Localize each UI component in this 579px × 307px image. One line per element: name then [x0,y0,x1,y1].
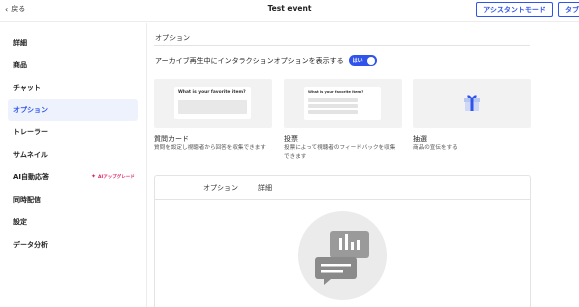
poll-bar-2 [308,104,358,108]
back-button[interactable]: ‹ 戻る [5,4,25,14]
lottery-desc-line1: 商品の宣伝をする [413,145,458,151]
panel-tab-bar: オプション 詳細 [155,176,530,200]
sidebar-item-label: データ分析 [13,241,48,249]
ai-upgrade-badge: ✦ AIアップグレード [91,173,135,180]
poll-preview: What is your favorite item? [304,87,381,120]
toggle-value: はい [352,57,363,64]
question-card-option[interactable]: What is your favorite item? [154,79,272,128]
sidebar-item-chat[interactable]: チャット [8,77,138,99]
tab-details[interactable]: 詳細 [258,183,272,193]
divider [154,45,530,46]
sidebar: 詳細 商品 チャット オプション トレーラー サムネイル AI自動応答 ✦ AI… [0,23,147,307]
section-title: オプション [155,34,190,42]
empty-state-illustration [298,211,387,300]
poll-title: 投票 [284,135,298,143]
sidebar-item-options[interactable]: オプション [8,99,138,121]
tab-button[interactable]: タブ [558,2,579,17]
sidebar-item-thumbnail[interactable]: サムネイル [8,144,138,166]
poll-desc-line1: 投票によって視聴者のフィードバックを収集 [284,145,396,151]
ai-upgrade-label: AIアップグレード [98,174,135,180]
sidebar-item-label: AI自動応答 [13,173,50,181]
sidebar-item-settings[interactable]: 設定 [8,211,138,233]
question-card-desc-line1: 質問を設定し視聴者から回答を収集できます [154,145,266,151]
sidebar-item-label: チャット [13,84,41,92]
preview-question: What is your favorite item? [178,90,246,95]
sidebar-item-label: オプション [13,106,48,114]
sidebar-item-label: 詳細 [13,39,27,47]
sidebar-item-products[interactable]: 商品 [8,54,138,76]
question-card-preview: What is your favorite item? [174,87,251,119]
toggle-knob [367,56,376,65]
top-bar: ‹ 戻る Test event アシスタントモード タブ [0,0,579,22]
poll-desc-line2: できます [284,154,307,160]
poll-bar-3 [308,110,358,114]
gift-icon [464,95,480,111]
sidebar-item-simulcast[interactable]: 同時配信 [8,189,138,211]
assistant-mode-button[interactable]: アシスタントモード [476,2,553,17]
sparkle-icon: ✦ [91,173,97,180]
sidebar-item-details[interactable]: 詳細 [8,32,138,54]
sidebar-item-label: トレーラー [13,128,48,136]
back-label: 戻る [11,5,26,13]
main-content: オプション アーカイブ再生中にインタラクションオプションを表示する はい Wha… [147,23,579,307]
lottery-option[interactable] [413,79,531,128]
chat-bubble-icon [315,231,369,285]
question-card-description: 質問を設定し視聴者から回答を収集できます [154,144,266,153]
lottery-title: 抽選 [413,135,427,143]
sidebar-item-label: 商品 [13,61,27,69]
question-card-title: 質問カード [154,135,189,143]
archive-option-toggle[interactable]: はい [348,55,377,66]
preview-question: What is your favorite item? [308,90,364,94]
sidebar-item-label: 設定 [13,218,27,226]
sidebar-item-ai-auto-reply[interactable]: AI自動応答 ✦ AIアップグレード [8,166,138,188]
archive-option-label: アーカイブ再生中にインタラクションオプションを表示する [155,56,344,65]
options-panel: オプション 詳細 [154,175,531,307]
lottery-description: 商品の宣伝をする [413,144,458,153]
poll-bar-1 [308,98,358,102]
poll-description: 投票によって視聴者のフィードバックを収集 できます [284,144,395,162]
back-chevron-icon: ‹ [5,4,9,14]
sidebar-item-label: 同時配信 [13,196,41,204]
tab-options[interactable]: オプション [203,183,238,193]
poll-option[interactable]: What is your favorite item? [284,79,402,128]
archive-option-row: アーカイブ再生中にインタラクションオプションを表示する はい [155,55,377,66]
sidebar-item-analytics[interactable]: データ分析 [8,234,138,256]
sidebar-item-label: サムネイル [13,151,48,159]
sidebar-item-trailer[interactable]: トレーラー [8,121,138,143]
preview-answer-box [178,100,247,114]
